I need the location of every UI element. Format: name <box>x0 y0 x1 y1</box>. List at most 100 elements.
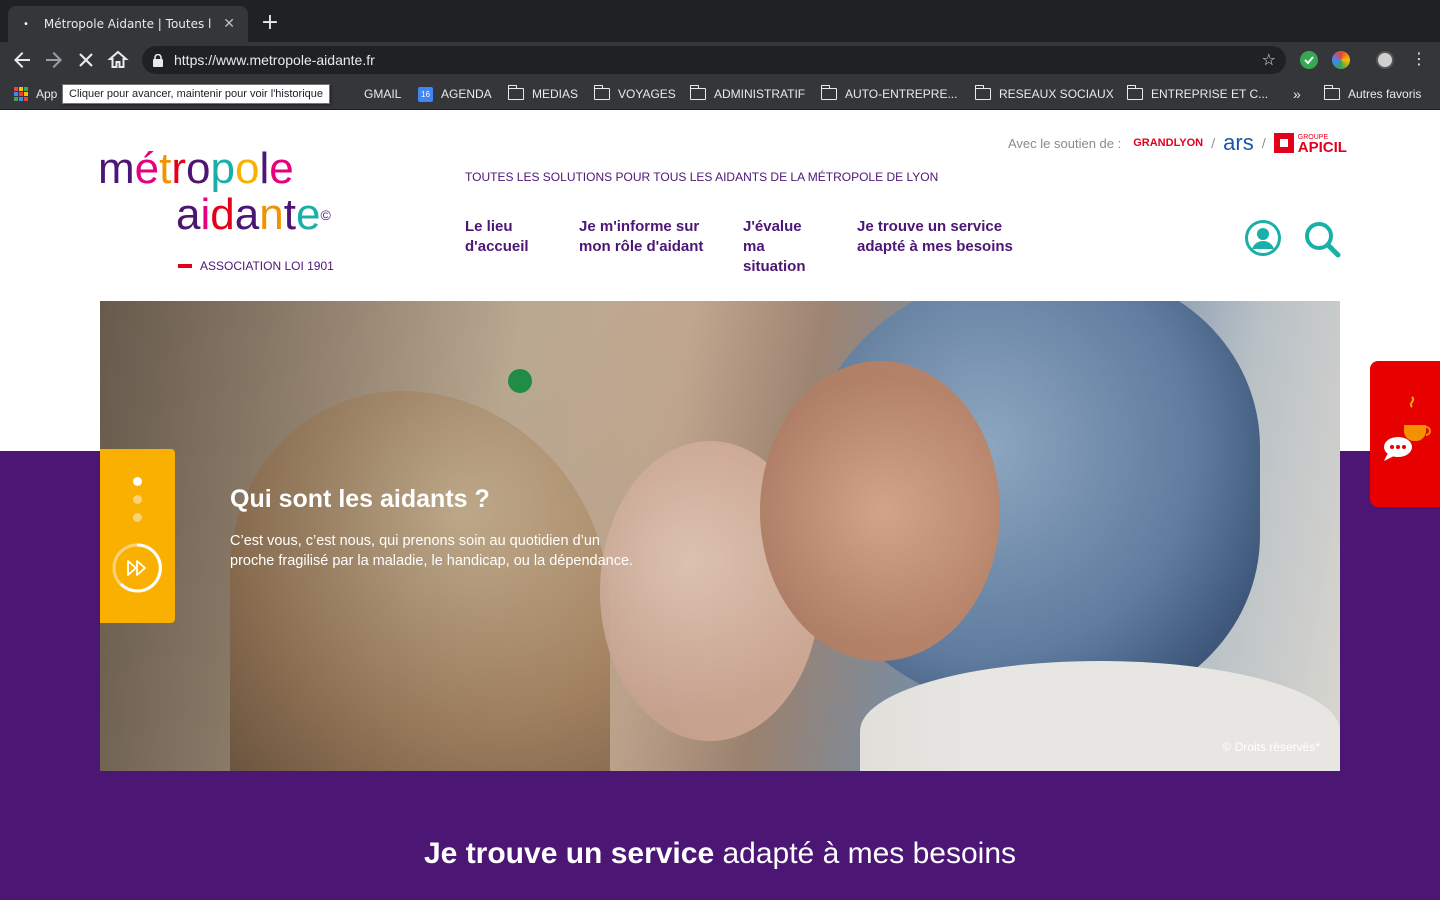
extension-check-icon[interactable] <box>1300 51 1318 69</box>
address-bar[interactable]: https://www.metropole-aidante.fr ☆ <box>142 46 1286 74</box>
folder-icon <box>1126 85 1143 100</box>
bookmark-autres-favoris[interactable]: Autres favoris <box>1323 84 1422 104</box>
bookmark-label: VOYAGES <box>618 87 676 101</box>
logo-association: ASSOCIATION LOI 1901 <box>178 259 334 273</box>
bookmark-medias[interactable]: MEDIAS <box>507 84 579 104</box>
loading-icon: • <box>22 18 29 30</box>
user-account-icon[interactable] <box>1244 219 1282 257</box>
folder-icon <box>820 85 837 100</box>
slider-controls <box>100 449 175 623</box>
lock-icon <box>152 53 164 67</box>
slide-dot-1[interactable] <box>133 477 142 486</box>
nav-je-trouve-un-service[interactable]: Je trouve un service adapté à mes besoin… <box>857 217 1037 277</box>
bookmark-label: AUTO-ENTREPRE... <box>845 87 958 101</box>
bookmark-agenda[interactable]: 16 AGENDA <box>418 84 492 104</box>
separator: / <box>1261 136 1266 150</box>
tab-title: Métropole Aidante | Toutes les <box>43 17 213 31</box>
browser-tab[interactable]: • Métropole Aidante | Toutes les ✕ <box>8 6 248 42</box>
folder-icon <box>507 85 524 100</box>
chat-widget-button[interactable] <box>1370 361 1440 507</box>
chat-coffee-icon <box>1384 396 1431 461</box>
browser-toolbar: https://www.metropole-aidante.fr ☆ ⋮ <box>0 42 1440 78</box>
hero-description: C’est vous, c’est nous, qui prenons soin… <box>230 533 634 569</box>
nav-label: Je trouve un service <box>857 218 1003 235</box>
nav-label: mon rôle d'aidant <box>579 238 704 255</box>
bookmark-administratif[interactable]: ADMINISTRATIF <box>689 84 806 104</box>
site-tagline: TOUTES LES SOLUTIONS POUR TOUS LES AIDAN… <box>465 170 939 184</box>
nav-je-m-informe[interactable]: Je m'informe sur mon rôle d'aidant <box>579 217 713 277</box>
apicil-logo[interactable]: GROUPE APICIL <box>1273 133 1347 156</box>
nav-label: J'évalue ma <box>743 218 802 255</box>
url-text: https://www.metropole-aidante.fr <box>174 52 375 68</box>
ars-logo[interactable]: ars <box>1223 130 1254 156</box>
ars-text: ars <box>1223 130 1254 155</box>
bookmark-label: RESEAUX SOCIAUX <box>999 87 1114 101</box>
slide-dot-2[interactable] <box>133 495 142 504</box>
apps-grid-icon <box>14 87 28 101</box>
association-label: ASSOCIATION LOI 1901 <box>200 259 334 273</box>
forward-tooltip: Cliquer pour avancer, maintenir pour voi… <box>62 84 331 104</box>
bookmark-apps[interactable]: App <box>14 84 57 104</box>
bookmark-label: GMAIL <box>364 87 402 101</box>
nav-label: Le lieu <box>465 218 513 235</box>
calendar-icon: 16 <box>418 86 433 102</box>
folder-icon <box>1323 85 1340 100</box>
sponsors: Avec le soutien de : GRANDLYON / ars / G… <box>1008 130 1347 156</box>
logo-word-aidante: aidante© <box>176 190 331 239</box>
logo-red-dash <box>178 264 192 268</box>
grandlyon-text: GRANDLYON <box>1133 137 1204 149</box>
bookmark-star-icon[interactable]: ☆ <box>1262 50 1276 69</box>
main-navigation: Le lieu d'accueil Je m'informe sur mon r… <box>465 217 1067 277</box>
bookmarks-overflow-button[interactable]: » <box>1293 84 1301 104</box>
bookmark-gmail[interactable]: GMAIL <box>364 84 401 104</box>
bookmark-label: AGENDA <box>441 87 492 101</box>
section-heading-bold: Je trouve un service <box>423 837 715 870</box>
apicil-square-icon <box>1273 133 1294 153</box>
bookmark-auto-entrepreneur[interactable]: AUTO-ENTREPRE... <box>820 84 958 104</box>
hero-slider: Qui sont les aidants ? C’est vous, c’est… <box>100 301 1340 771</box>
search-icon[interactable] <box>1302 219 1342 259</box>
photo-credit: © Droits réservés* <box>1222 740 1320 754</box>
bookmark-label: MEDIAS <box>532 87 579 101</box>
slide-dot-3[interactable] <box>133 513 142 522</box>
logo-word-metropole: métropole <box>98 144 294 193</box>
nav-label: situation <box>743 258 806 275</box>
nav-label: d'accueil <box>465 238 529 255</box>
fast-forward-button[interactable] <box>110 541 164 595</box>
grandlyon-logo[interactable]: GRANDLYON <box>1133 137 1203 149</box>
hero-title: Qui sont les aidants ? <box>230 485 490 513</box>
extension-color-icon[interactable] <box>1332 51 1350 69</box>
folder-icon <box>974 85 991 100</box>
nav-label: adapté à mes besoins <box>857 238 1013 255</box>
apicil-text: APICIL <box>1297 139 1347 156</box>
browser-tabstrip: • Métropole Aidante | Toutes les ✕ + <box>0 0 1440 42</box>
folder-icon <box>689 85 706 100</box>
bookmark-label: App <box>36 87 58 101</box>
site-logo[interactable]: métropole aidante© ASSOCIATION LOI 1901 <box>98 147 358 277</box>
nav-label: Je m'informe sur <box>579 218 700 235</box>
home-icon[interactable] <box>106 48 130 72</box>
new-tab-button[interactable]: + <box>258 12 282 36</box>
close-tab-icon[interactable]: ✕ <box>220 16 238 32</box>
bookmark-voyages[interactable]: VOYAGES <box>593 84 676 104</box>
sponsors-label: Avec le soutien de : <box>1008 135 1122 151</box>
separator: / <box>1211 136 1216 150</box>
bookmark-entreprise[interactable]: ENTREPRISE ET C... <box>1126 84 1269 104</box>
bookmark-label: Autres favoris <box>1348 87 1422 101</box>
nav-lieu-accueil[interactable]: Le lieu d'accueil <box>465 217 549 277</box>
browser-menu-icon[interactable]: ⋮ <box>1410 50 1428 68</box>
stop-loading-icon[interactable] <box>74 48 98 72</box>
logo-copyright: © <box>320 207 331 223</box>
nav-j-evalue[interactable]: J'évalue ma situation <box>743 217 827 277</box>
bookmark-reseaux-sociaux[interactable]: RESEAUX SOCIAUX <box>974 84 1114 104</box>
forward-icon[interactable] <box>42 48 66 72</box>
web-page: métropole aidante© ASSOCIATION LOI 1901 … <box>0 111 1440 900</box>
chevron-double-right-icon: » <box>1293 86 1301 102</box>
folder-icon <box>593 85 610 100</box>
section-heading-light: adapté à mes besoins <box>714 837 1017 870</box>
bookmark-label: ENTREPRISE ET C... <box>1151 87 1269 101</box>
bookmark-label: ADMINISTRATIF <box>714 87 806 101</box>
back-icon[interactable] <box>10 48 34 72</box>
profile-avatar[interactable] <box>1376 51 1394 69</box>
section-heading: Je trouve un service adapté à mes besoin… <box>0 837 1440 871</box>
